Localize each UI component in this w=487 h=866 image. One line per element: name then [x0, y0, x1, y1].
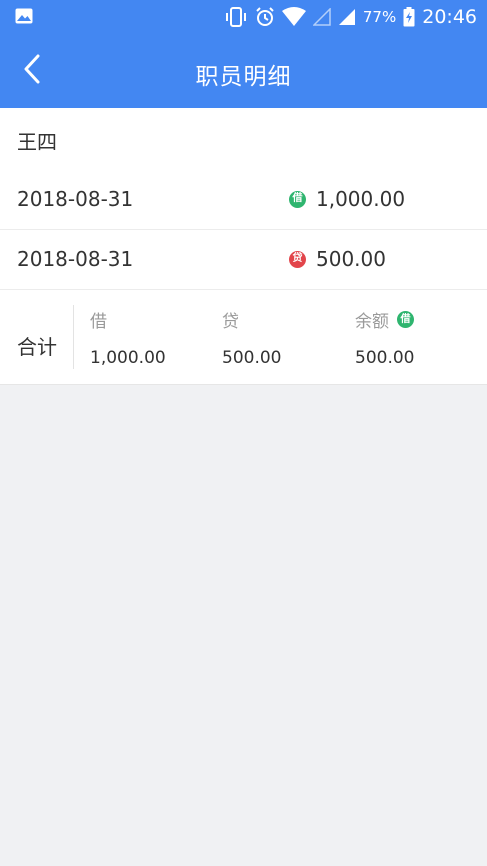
status-bar: 77% 20:46 [0, 0, 487, 33]
signal-icon [338, 8, 356, 26]
clock: 20:46 [422, 6, 477, 28]
balance-header: 余额 借 [355, 307, 414, 332]
app-header: 77% 20:46 职员明细 [0, 0, 487, 108]
entry-date: 2018-08-31 [17, 187, 134, 211]
list-item[interactable]: 2018-08-31 借 1,000.00 [0, 170, 487, 230]
totals-summary: 合计 借 1,000.00 贷 500.00 余额 借 500.00 [0, 291, 487, 385]
signal-empty-icon [312, 8, 331, 26]
page-title: 职员明细 [195, 64, 292, 90]
navbar: 职员明细 [0, 33, 487, 108]
debit-badge-icon: 借 [289, 190, 306, 208]
balance-total: 500.00 [355, 348, 415, 368]
employee-detail-card: 王四 2018-08-31 借 1,000.00 2018-08-31 贷 50… [0, 108, 487, 385]
image-icon [15, 8, 33, 28]
totals-label: 合计 [17, 335, 57, 359]
employee-name: 王四 [17, 130, 57, 154]
credit-header: 贷 [222, 312, 239, 332]
list-item[interactable]: 2018-08-31 贷 500.00 [0, 230, 487, 290]
debit-total: 1,000.00 [90, 348, 166, 368]
entry-date: 2018-08-31 [17, 247, 134, 271]
entry-amount: 500.00 [316, 247, 386, 271]
battery-percent: 77% [362, 8, 397, 26]
alarm-icon [255, 7, 275, 27]
battery-charging-icon [403, 7, 415, 27]
credit-badge-icon: 贷 [289, 250, 306, 268]
wifi-icon [281, 7, 306, 27]
balance-debit-badge-icon: 借 [397, 311, 414, 328]
debit-header: 借 [90, 312, 107, 332]
balance-label: 余额 [355, 312, 389, 332]
divider [73, 305, 74, 369]
credit-total: 500.00 [222, 348, 282, 368]
vibrate-icon [224, 7, 248, 27]
entry-amount: 1,000.00 [316, 187, 406, 211]
